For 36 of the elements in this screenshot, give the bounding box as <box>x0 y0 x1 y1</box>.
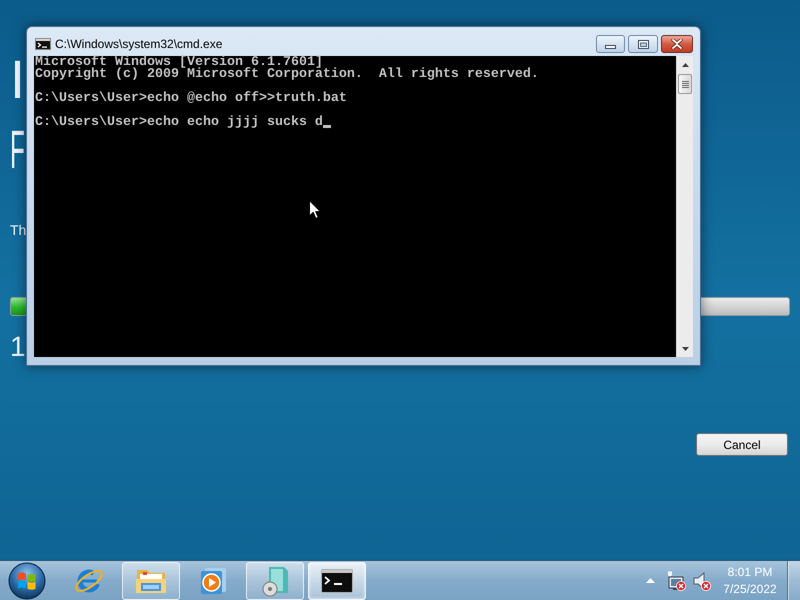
paragraph-text: Th <box>10 221 26 240</box>
window-title: C:\Windows\system32\cmd.exe <box>55 36 222 52</box>
minimize-button[interactable] <box>596 35 625 53</box>
console-line: C:\Users\User>echo @echo off>>truth.bat <box>35 93 347 105</box>
progress-fill <box>10 297 26 316</box>
show-desktop-button[interactable] <box>787 561 800 600</box>
maximize-button[interactable] <box>628 35 658 53</box>
scrollbar-thumb[interactable] <box>678 74 692 94</box>
clock-time: 8:01 PM <box>728 564 772 580</box>
document-disc-icon <box>260 564 290 596</box>
terminal-icon <box>35 38 51 50</box>
scrollbar[interactable] <box>676 56 693 357</box>
close-button[interactable] <box>661 35 693 53</box>
number-text: 1 <box>10 331 26 363</box>
terminal-icon <box>321 568 353 592</box>
close-icon <box>671 39 683 49</box>
maximize-icon <box>638 40 648 48</box>
start-orb-icon <box>8 562 46 600</box>
minimize-icon <box>605 45 616 49</box>
network-icon[interactable] <box>666 570 686 590</box>
console-line: C:\Users\User>echo echo jjjj sucks d <box>35 117 323 129</box>
triangle-up-icon <box>646 578 654 583</box>
grip-icon <box>682 80 688 88</box>
triangle-down-icon <box>682 346 688 350</box>
mouse-pointer-icon <box>309 200 321 219</box>
speaker-icon[interactable] <box>691 570 711 590</box>
taskbar-button[interactable] <box>308 562 366 600</box>
cancel-button[interactable]: Cancel <box>696 433 788 456</box>
text-cursor-icon <box>322 125 331 128</box>
heading: I <box>10 50 26 110</box>
play-icon <box>198 566 228 596</box>
triangle-up-icon <box>682 62 688 66</box>
clock-date: 7/25/2022 <box>723 580 777 598</box>
start-button[interactable] <box>8 562 46 600</box>
console-line: Copyright (c) 2009 Microsoft Corporation. All rights reserved. <box>35 69 539 81</box>
subheading: F <box>10 120 25 180</box>
